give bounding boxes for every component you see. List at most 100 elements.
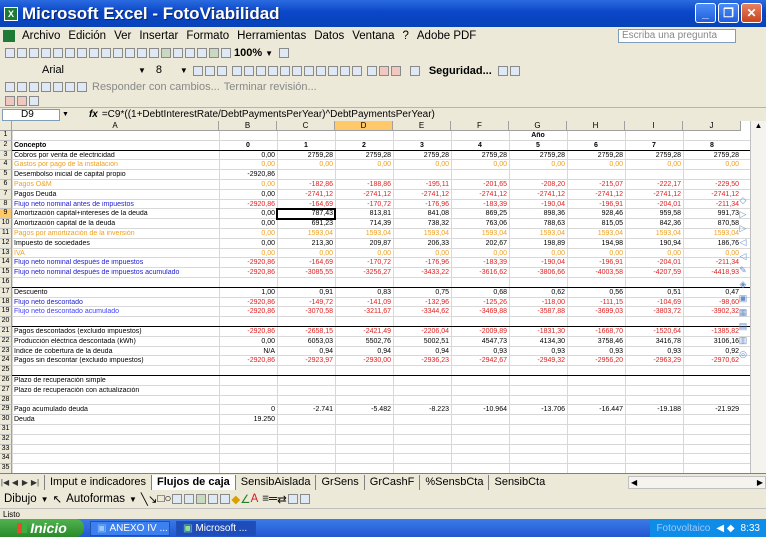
table-cell[interactable]: 0,00 <box>219 210 277 218</box>
table-cell[interactable]: -2741,12 <box>335 191 393 199</box>
tab-imput-e-indicadores[interactable]: Imput e indicadores <box>44 474 151 490</box>
table-cell[interactable] <box>335 367 393 375</box>
next-sheet-icon[interactable]: ▶ <box>20 478 30 487</box>
table-cell[interactable]: -104,69 <box>625 299 683 307</box>
sort-asc-icon[interactable] <box>185 48 195 58</box>
side-icon-2[interactable]: ▷ <box>740 209 747 220</box>
table-cell[interactable]: 2759,28 <box>451 152 509 160</box>
table-cell[interactable]: 842,36 <box>625 220 683 228</box>
table-cell[interactable] <box>567 279 625 287</box>
table-cell[interactable]: 0,00 <box>219 250 277 258</box>
table-cell[interactable] <box>567 367 625 375</box>
column-header-c[interactable]: C <box>277 121 335 131</box>
table-cell[interactable]: 815,05 <box>567 220 625 228</box>
table-cell[interactable]: -2741,12 <box>625 191 683 199</box>
table-cell[interactable] <box>393 171 451 179</box>
table-cell[interactable]: -2942,67 <box>451 357 509 365</box>
align-center-icon[interactable] <box>243 65 254 76</box>
table-cell[interactable]: 1593,04 <box>567 230 625 238</box>
chevron-down-icon[interactable]: ▼ <box>62 111 69 118</box>
table-cell[interactable]: Año <box>509 132 567 140</box>
table-cell[interactable] <box>335 377 393 385</box>
end-review-button[interactable]: Terminar revisión... <box>224 81 317 93</box>
security-button[interactable]: Seguridad... <box>429 65 492 77</box>
table-cell[interactable] <box>683 367 741 375</box>
row-label[interactable]: Impuesto de sociedades <box>12 240 219 248</box>
table-cell[interactable] <box>683 465 741 473</box>
table-cell[interactable]: 2759,28 <box>277 152 335 160</box>
row-header-14[interactable]: 14 <box>0 258 12 269</box>
table-cell[interactable] <box>451 132 509 140</box>
table-cell[interactable]: N/A <box>219 348 277 356</box>
side-icon-7[interactable]: ◈ <box>740 279 747 290</box>
table-cell[interactable]: 1593,04 <box>335 230 393 238</box>
row-header-15[interactable]: 15 <box>0 268 12 278</box>
row-label[interactable] <box>12 465 219 473</box>
column-header-d[interactable]: D <box>335 121 393 131</box>
table-cell[interactable]: 3106,16 <box>683 338 741 346</box>
table-cell[interactable] <box>393 416 451 424</box>
table-cell[interactable] <box>625 416 683 424</box>
row-header-34[interactable]: 34 <box>0 454 12 465</box>
table-cell[interactable] <box>219 455 277 463</box>
table-cell[interactable] <box>683 436 741 444</box>
table-cell[interactable] <box>625 387 683 395</box>
table-cell[interactable] <box>567 318 625 326</box>
table-cell[interactable] <box>625 446 683 454</box>
table-cell[interactable] <box>683 171 741 179</box>
table-cell[interactable] <box>219 397 277 405</box>
table-cell[interactable]: -183,39 <box>451 259 509 267</box>
menu-insertar[interactable]: Insertar <box>135 30 182 42</box>
table-cell[interactable] <box>509 416 567 424</box>
spreadsheet-grid[interactable]: A B C D E F G H I J 1 Año 2 Concepto 0 1 2 3 4 5 6 7 8 3 Cobros … <box>0 121 766 473</box>
tab-grcashf[interactable]: GrCashF <box>363 474 420 490</box>
table-cell[interactable]: -3902,32 <box>683 308 741 316</box>
table-cell[interactable]: 0,62 <box>509 289 567 297</box>
row-header-1[interactable]: 1 <box>0 131 12 141</box>
table-cell[interactable]: 0,00 <box>567 250 625 258</box>
table-cell[interactable] <box>683 455 741 463</box>
table-cell[interactable]: 186,76 <box>683 240 741 248</box>
row-header-25[interactable]: 25 <box>0 366 12 376</box>
row-header-31[interactable]: 31 <box>0 425 12 435</box>
copy-icon[interactable] <box>113 48 123 58</box>
row-label[interactable]: Flujo neto descontado <box>12 299 219 307</box>
row-header-27[interactable]: 27 <box>0 385 12 396</box>
column-header-j[interactable]: J <box>683 121 741 131</box>
minimize-button[interactable]: _ <box>695 3 716 23</box>
italic-icon[interactable] <box>204 65 215 76</box>
menu-edicion[interactable]: Edición <box>64 30 110 42</box>
column-header-f[interactable]: F <box>451 121 509 131</box>
row-header-7[interactable]: 7 <box>0 189 12 200</box>
table-cell[interactable]: 0,93 <box>567 348 625 356</box>
table-cell[interactable] <box>393 465 451 473</box>
align-left-icon[interactable] <box>231 65 242 76</box>
table-cell[interactable]: 841,08 <box>393 210 451 218</box>
table-cell[interactable]: -3806,66 <box>509 269 567 277</box>
row-header-3[interactable]: 3 <box>0 150 12 161</box>
table-cell[interactable] <box>335 171 393 179</box>
font-color-icon[interactable]: A <box>251 493 259 505</box>
table-cell[interactable]: 5 <box>509 142 567 150</box>
oval-icon[interactable]: ○ <box>164 493 171 505</box>
menu-herramientas[interactable]: Herramientas <box>233 30 310 42</box>
table-cell[interactable] <box>451 397 509 405</box>
table-cell[interactable] <box>393 455 451 463</box>
row-header-24[interactable]: 24 <box>0 356 12 367</box>
table-cell[interactable]: 0 <box>219 406 277 414</box>
table-cell[interactable] <box>509 279 567 287</box>
table-cell[interactable] <box>567 416 625 424</box>
new-icon[interactable] <box>5 48 15 58</box>
row-label[interactable]: Pagos descontados (excluido impuestos) <box>12 328 219 336</box>
table-cell[interactable]: 0,00 <box>335 250 393 258</box>
borders-icon[interactable] <box>366 65 377 76</box>
table-cell[interactable]: -2920,86 <box>219 328 277 336</box>
table-cell[interactable]: 0,00 <box>277 161 335 169</box>
table-cell[interactable] <box>277 446 335 454</box>
table-cell[interactable] <box>625 465 683 473</box>
table-cell[interactable] <box>683 387 741 395</box>
table-cell[interactable]: 0,00 <box>625 161 683 169</box>
table-cell[interactable]: 0,00 <box>335 161 393 169</box>
table-cell[interactable]: -3211,67 <box>335 308 393 316</box>
table-cell[interactable]: 2759,28 <box>567 152 625 160</box>
